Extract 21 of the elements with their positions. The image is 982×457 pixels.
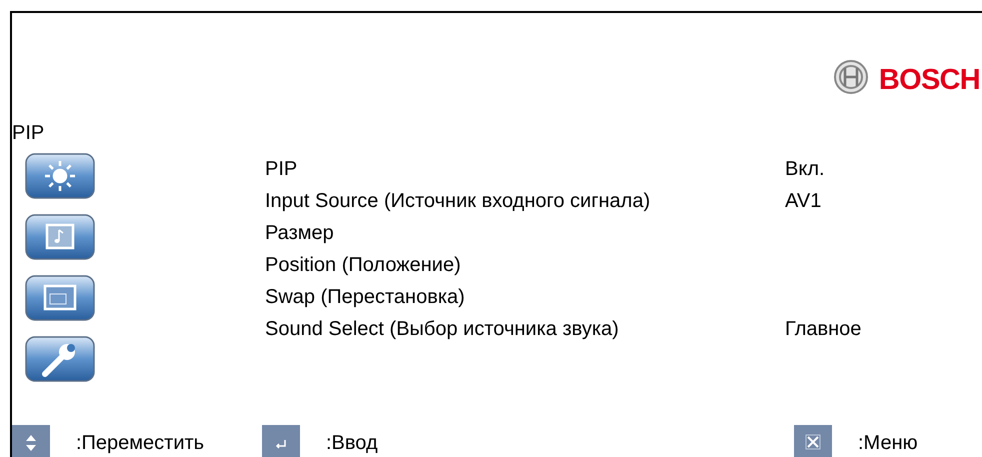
menu-item-value: Главное: [785, 317, 862, 342]
menu-item-value: AV1: [785, 189, 822, 214]
menu-title: PIP: [12, 123, 44, 143]
screen-icon[interactable]: [25, 275, 95, 321]
up-down-arrows-icon[interactable]: [12, 425, 50, 457]
menu-item-label[interactable]: Sound Select (Выбор источника звука): [265, 314, 785, 344]
close-icon[interactable]: [794, 425, 832, 457]
menu-item-label[interactable]: Swap (Перестановка): [265, 282, 785, 312]
logo-emblem-icon: [832, 59, 869, 95]
menu-item-label[interactable]: Размер: [265, 218, 785, 248]
hint-label: :Ввод: [326, 431, 378, 456]
sun-icon[interactable]: [25, 153, 95, 199]
hint-label: :Меню: [858, 431, 918, 456]
menu-item-label[interactable]: Input Source (Источник входного сигнала): [265, 186, 785, 216]
hint-label: :Переместить: [76, 431, 204, 456]
menu-item-value: Вкл.: [785, 157, 825, 182]
menu-item-label[interactable]: PIP: [265, 154, 785, 184]
wrench-icon[interactable]: [25, 336, 95, 382]
music-screen-icon[interactable]: [25, 214, 95, 260]
brand-logo: BOSCH: [878, 66, 980, 95]
menu-item-label[interactable]: Position (Положение): [265, 250, 785, 280]
